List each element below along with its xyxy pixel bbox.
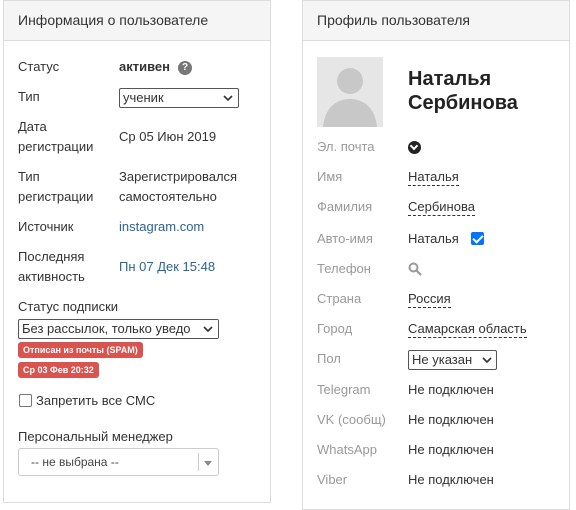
sms-block-label[interactable]: Запретить все СМС [36, 391, 155, 411]
chevron-circle-down-icon[interactable] [408, 141, 421, 155]
chevron-down-icon [482, 357, 492, 363]
manager-select-value: -- не выбрана -- [31, 455, 119, 469]
country-value: Россия [408, 291, 451, 308]
last-activity-link[interactable]: Пн 07 Дек 15:48 [119, 257, 215, 277]
subscription-select-value: Без рассылок, только уведо [22, 321, 191, 336]
first-name-value: Наталья [408, 169, 459, 186]
status-row: Статус [18, 57, 59, 77]
telegram-label: Telegram [317, 382, 371, 397]
source-row: Источник [18, 217, 74, 237]
profile-name-line-2: Сербинова [408, 92, 518, 114]
manager-select[interactable]: -- не выбрана -- [18, 448, 219, 476]
reg-date-value: Ср 05 Июн 2019 [119, 129, 217, 144]
profile-name: Наталья Сербинова [408, 67, 518, 115]
whatsapp-label: WhatsApp [317, 442, 377, 457]
email-value [408, 137, 421, 157]
avatar [317, 57, 383, 127]
reg-date-label-1: Дата [18, 119, 47, 134]
reg-type-value: Зарегистрировался самостоятельно [119, 167, 237, 207]
status-value-wrap: активен? [119, 57, 192, 77]
user-info-header: Информация о пользователе [4, 1, 270, 41]
sms-block-checkbox[interactable] [19, 394, 32, 407]
type-row: Тип [18, 87, 40, 107]
email-label: Эл. почта [317, 139, 375, 154]
profile-header: Профиль пользователя [303, 1, 569, 41]
last-name-value: Сербинова [408, 199, 475, 216]
subscription-row: Статус подписки [18, 297, 118, 317]
telegram-value: Не подключен [408, 382, 494, 397]
viber-value: Не подключен [408, 472, 494, 487]
subscription-label: Статус подписки [18, 299, 119, 314]
viber-label: Viber [317, 472, 348, 487]
auto-name-label: Авто-имя [317, 231, 373, 246]
help-icon[interactable]: ? [178, 60, 192, 75]
last-name-field[interactable]: Сербинова [408, 197, 475, 217]
auto-name-checkbox[interactable] [471, 232, 484, 245]
chevron-down-icon [223, 95, 233, 101]
country-field[interactable]: Россия [408, 289, 451, 309]
caret-down-icon [204, 461, 212, 466]
vk-value: Не подключен [408, 412, 494, 427]
city-label: Город [317, 321, 353, 336]
manager-label: Персональный менеджер [18, 429, 173, 444]
gender-select[interactable]: Не указан [408, 350, 497, 370]
unsubscribed-date-badge: Ср 03 Фев 20:32 [18, 362, 99, 378]
source-link[interactable]: instagram.com [119, 217, 204, 237]
first-name-label: Имя [317, 169, 343, 184]
reg-date-label-2: регистрации [18, 139, 94, 154]
status-label: Статус [18, 59, 60, 74]
search-icon[interactable] [408, 262, 422, 276]
city-field[interactable]: Самарская область [408, 319, 527, 339]
phone-label: Телефон [317, 261, 371, 276]
reg-type-label-2: регистрации [18, 189, 94, 204]
reg-date-row: Дата регистрации [18, 117, 93, 157]
manager-select-separator [198, 453, 199, 471]
reg-type-value-1: Зарегистрировался [119, 169, 238, 184]
vk-label: VK (сообщ) [317, 412, 386, 427]
last-activity-row: Последняя активность [18, 247, 85, 287]
last-activity-label-2: активность [18, 269, 85, 284]
country-label: Страна [317, 291, 362, 306]
city-value: Самарская область [408, 321, 527, 338]
unsubscribed-badge: Отписан из почты (SPAM) [18, 342, 143, 358]
first-name-field[interactable]: Наталья [408, 167, 459, 187]
type-select-value: ученик [123, 90, 164, 105]
source-label: Источник [18, 219, 74, 234]
type-label: Тип [18, 89, 40, 104]
last-name-label: Фамилия [317, 199, 373, 214]
subscription-select[interactable]: Без рассылок, только уведо [18, 319, 219, 339]
profile-name-line-1: Наталья [408, 68, 492, 90]
last-activity-label-1: Последняя [18, 249, 85, 264]
reg-type-value-2: самостоятельно [119, 189, 217, 204]
gender-label: Пол [317, 351, 341, 366]
gender-select-value: Не указан [412, 352, 473, 367]
type-select[interactable]: ученик [119, 88, 239, 108]
status-value: активен [119, 59, 170, 74]
chevron-down-icon [203, 326, 213, 332]
auto-name-value: Наталья [408, 231, 459, 246]
profile-panel: Профиль пользователя Наталья Сербинова Э… [302, 0, 570, 510]
reg-type-row: Тип регистрации [18, 167, 93, 207]
reg-type-label-1: Тип [18, 169, 40, 184]
whatsapp-value: Не подключен [408, 442, 494, 457]
user-info-panel: Информация о пользователе Статус активен… [3, 0, 271, 503]
